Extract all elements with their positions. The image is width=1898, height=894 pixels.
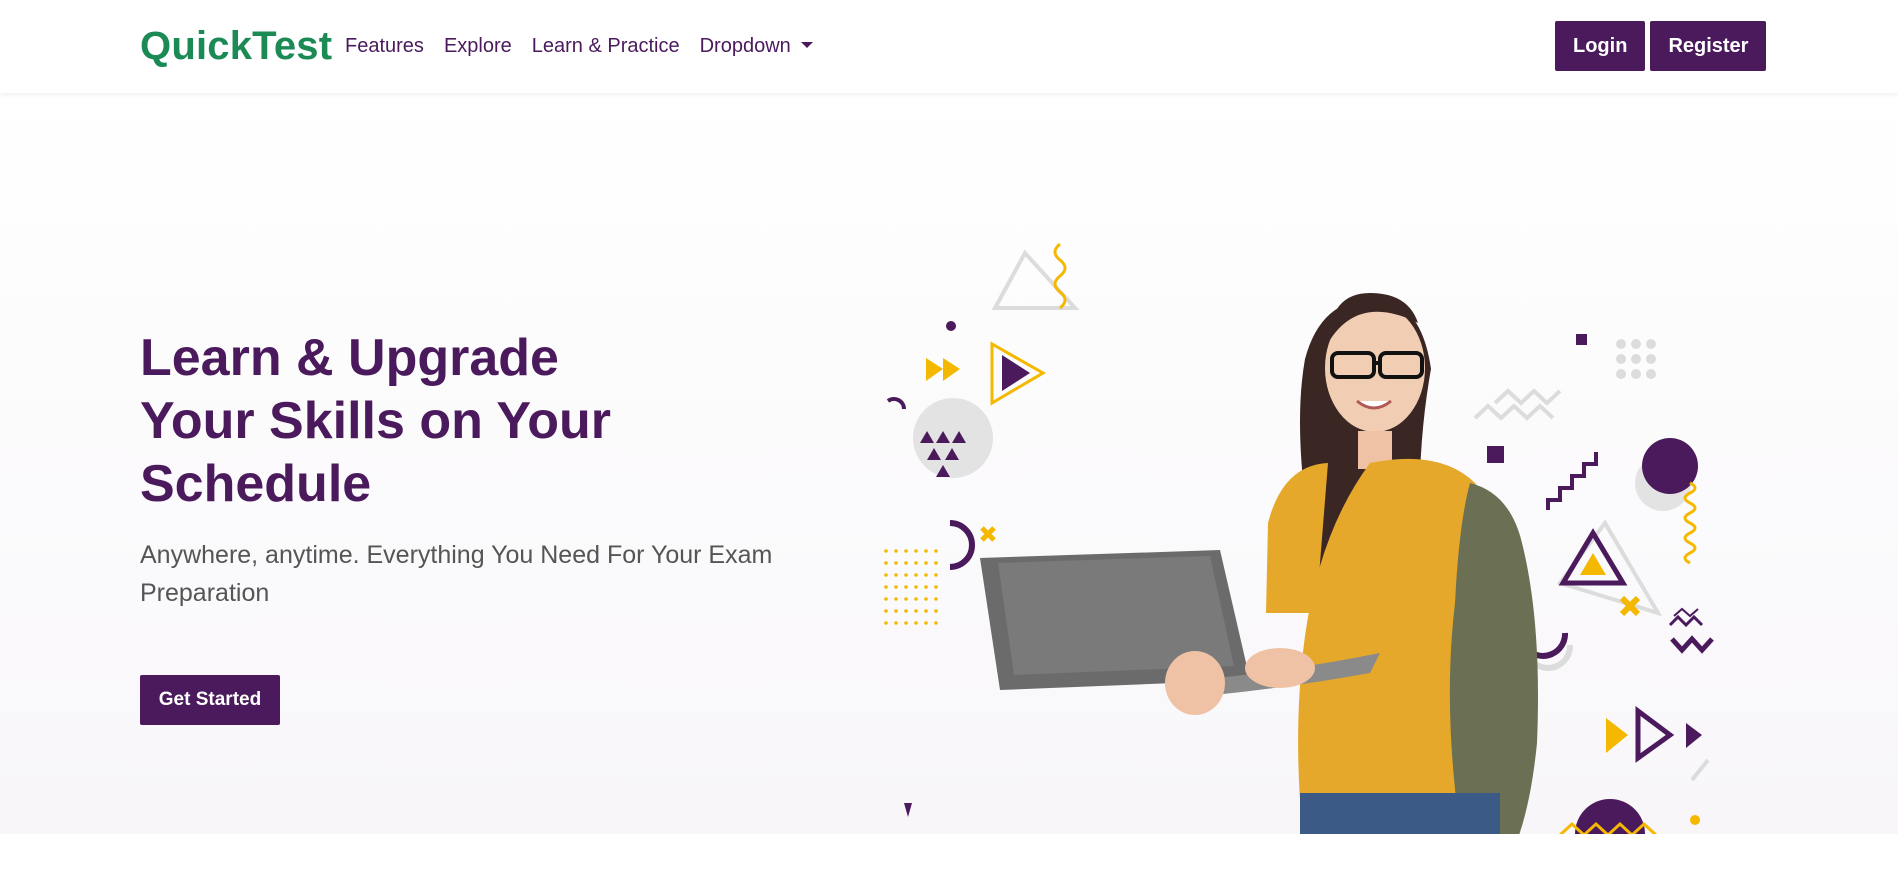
hero-title-line-1: Learn & Upgrade (140, 329, 559, 387)
hero-title: Learn & Upgrade Your Skills on Your Sche… (140, 327, 760, 516)
nav-link-explore[interactable]: Explore (444, 35, 512, 58)
get-started-button[interactable]: Get Started (140, 675, 280, 725)
hero-title-line-3: Schedule (140, 455, 372, 513)
student-illustration (980, 293, 1538, 834)
hero-subtitle: Anywhere, anytime. Everything You Need F… (140, 541, 773, 607)
hero-illustration (884, 242, 1714, 834)
nav-link-dropdown-label: Dropdown (699, 35, 791, 57)
nav-actions: Login Register (1555, 21, 1767, 71)
caret-down-icon (800, 42, 813, 48)
content-below-hero (0, 834, 1898, 894)
nav-link-learn-practice[interactable]: Learn & Practice (532, 35, 680, 58)
navbar: QuickTest Features Explore Learn & Pract… (0, 0, 1898, 93)
login-button[interactable]: Login (1555, 21, 1646, 71)
brand-logo[interactable]: QuickTest (140, 24, 332, 69)
register-button[interactable]: Register (1650, 21, 1767, 71)
nav-links: Features Explore Learn & Practice Dropdo… (345, 35, 813, 58)
nav-link-features[interactable]: Features (345, 35, 424, 58)
hero-title-line-2: Your Skills on Your (140, 392, 611, 450)
hero-section: Learn & Upgrade Your Skills on Your Sche… (0, 93, 1898, 834)
nav-link-dropdown[interactable]: Dropdown (700, 35, 813, 58)
